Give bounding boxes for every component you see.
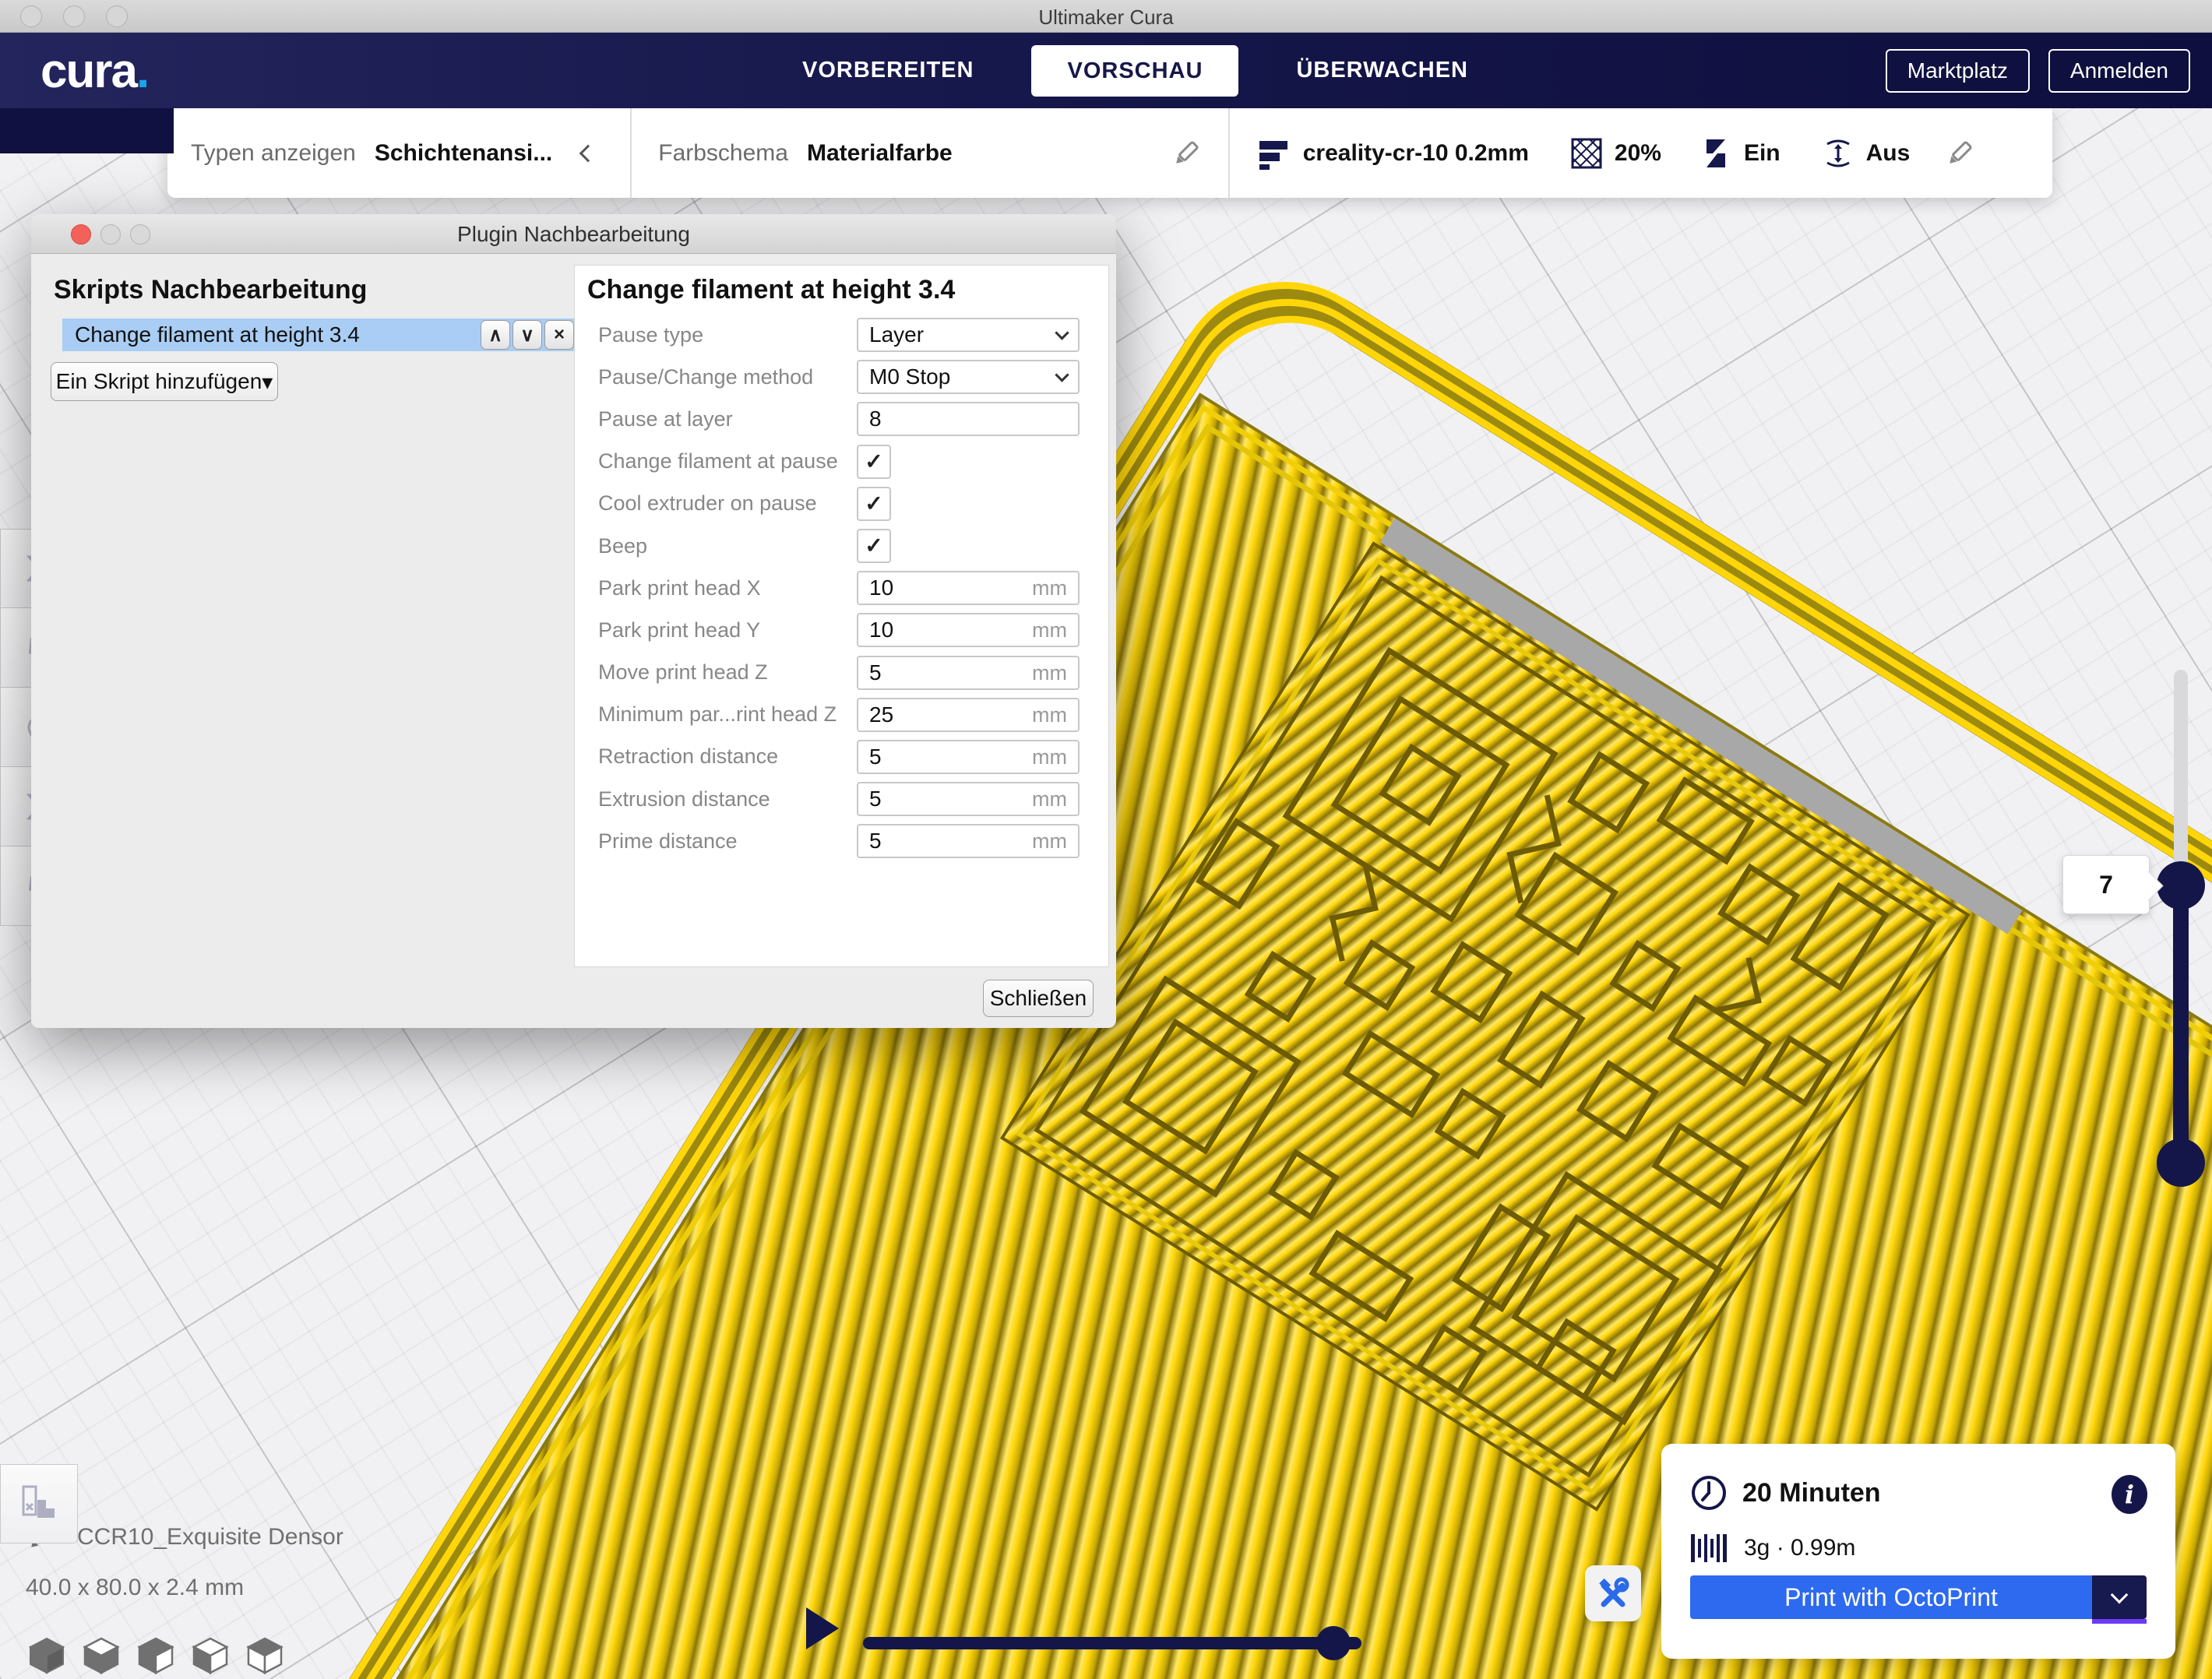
view-type-selector[interactable]: Schichtenansi...: [375, 140, 552, 167]
park-head-y-input[interactable]: [857, 613, 1080, 647]
chevron-down-icon: [1055, 368, 1069, 382]
script-settings-panel: Change filament at height 3.4 Pause type…: [574, 265, 1109, 967]
app-header: cura. VORBEREITEN VORSCHAU ÜBERWACHEN Ma…: [0, 33, 2212, 108]
field-label: Beep: [598, 534, 647, 558]
move-script-down-button[interactable]: ∨: [512, 320, 542, 350]
change-filament-checkbox[interactable]: ✓: [857, 445, 891, 479]
color-scheme-label: Farbschema: [658, 140, 788, 167]
minimum-park-head-z-input[interactable]: [857, 698, 1080, 732]
field-label: Minimum par...rint head Z: [598, 702, 837, 727]
pause-at-layer-input[interactable]: [857, 402, 1080, 436]
pause-type-select[interactable]: Layer: [857, 318, 1080, 352]
field-label: Retraction distance: [598, 744, 778, 769]
header-left-extension: [0, 108, 174, 153]
pause-method-select[interactable]: M0 Stop: [857, 360, 1080, 394]
color-scheme-selector[interactable]: Materialfarbe: [807, 140, 953, 167]
chevron-down-icon: [1055, 326, 1069, 340]
layer-number-tooltip[interactable]: 7: [2062, 855, 2150, 914]
view-front-icon[interactable]: [80, 1634, 122, 1676]
window-title: Ultimaker Cura: [0, 5, 2212, 30]
print-job-panel: 20 Minuten i 3g · 0.99m Print with OctoP…: [1661, 1444, 2175, 1659]
field-label: Park print head Y: [598, 618, 760, 642]
model-dimensions: 40.0 x 80.0 x 2.4 mm: [26, 1575, 343, 1601]
per-model-settings-icon: [17, 1482, 61, 1526]
view-left-icon[interactable]: [189, 1634, 231, 1676]
remove-script-button[interactable]: ×: [544, 320, 574, 350]
park-head-x-input[interactable]: [857, 571, 1080, 605]
wrench-hammer-icon: [1596, 1576, 1630, 1610]
view-top-icon[interactable]: [135, 1634, 177, 1676]
move-script-up-button[interactable]: ∧: [481, 320, 510, 350]
signin-button[interactable]: Anmelden: [2048, 49, 2190, 93]
material-bars-icon: [1689, 1531, 1728, 1565]
info-icon[interactable]: i: [2112, 1475, 2147, 1514]
playback-slider-track[interactable]: [863, 1637, 1361, 1649]
infill-setting[interactable]: 20%: [1569, 136, 1661, 171]
support-setting[interactable]: Aus: [1821, 136, 1911, 171]
edit-pencil-icon[interactable]: [1171, 138, 1202, 169]
scripts-heading: Skripts Nachbearbeitung: [54, 275, 367, 305]
clock-icon: [1689, 1473, 1728, 1512]
layer-slider-handle-bottom[interactable]: [2157, 1139, 2205, 1187]
move-head-z-input[interactable]: [857, 656, 1080, 690]
tab-vorbereiten[interactable]: VORBEREITEN: [794, 58, 981, 83]
field-label: Pause type: [598, 323, 703, 347]
field-label: Change filament at pause: [598, 449, 838, 473]
field-label: Park print head X: [598, 576, 761, 600]
tab-ueberwachen[interactable]: ÜBERWACHEN: [1288, 58, 1476, 83]
chevron-left-icon[interactable]: [579, 144, 597, 162]
layer-slider-range[interactable]: [2173, 885, 2189, 1163]
material-usage: 3g · 0.99m: [1744, 1535, 1855, 1561]
sidebar-tool-per-model-settings[interactable]: [0, 1464, 78, 1543]
stage-toolbar: Typen anzeigen Schichtenansi... Farbsche…: [167, 108, 2052, 198]
layers-icon: [1256, 136, 1291, 171]
octoprint-settings-button[interactable]: [1585, 1565, 1641, 1621]
adhesion-icon: [1702, 136, 1733, 171]
script-settings-heading: Change filament at height 3.4: [587, 275, 955, 305]
tab-vorschau[interactable]: VORSCHAU: [1031, 45, 1238, 97]
script-list-item-selected[interactable]: Change filament at height 3.4 ∧ ∨ ×: [62, 319, 574, 351]
play-button[interactable]: [806, 1607, 839, 1649]
playback-slider-knob[interactable]: [1316, 1626, 1351, 1660]
field-label: Extrusion distance: [598, 787, 770, 811]
close-dialog-button[interactable]: Schließen: [983, 980, 1094, 1017]
prime-distance-input[interactable]: [857, 824, 1080, 858]
dialog-titlebar: Plugin Nachbearbeitung: [31, 214, 1116, 254]
infill-icon: [1569, 136, 1604, 171]
chevron-down-icon: [2111, 1586, 2129, 1604]
add-script-button[interactable]: Ein Skript hinzufügen▾: [51, 362, 278, 401]
print-options-dropdown[interactable]: [2092, 1575, 2147, 1619]
field-label: Pause at layer: [598, 407, 733, 431]
field-label: Pause/Change method: [598, 365, 813, 389]
print-time-estimate: 20 Minuten: [1742, 1478, 1881, 1508]
adhesion-setting[interactable]: Ein: [1702, 136, 1781, 171]
cool-extruder-checkbox[interactable]: ✓: [857, 487, 891, 521]
print-with-octoprint-button[interactable]: Print with OctoPrint: [1690, 1575, 2092, 1619]
view-type-label: Typen anzeigen: [191, 140, 356, 167]
field-label: Cool extruder on pause: [598, 491, 817, 516]
support-icon: [1821, 136, 1855, 171]
field-label: Move print head Z: [598, 660, 768, 685]
edit-print-settings-pencil-icon[interactable]: [1944, 138, 1975, 169]
printer-profile-selector[interactable]: creality-cr-10 0.2mm: [1303, 140, 1529, 167]
beep-checkbox[interactable]: ✓: [857, 529, 891, 563]
view-3d-icon[interactable]: [26, 1634, 68, 1676]
view-right-icon[interactable]: [244, 1634, 286, 1676]
field-label: Prime distance: [598, 829, 738, 854]
marketplace-button[interactable]: Marktplatz: [1886, 49, 2030, 93]
retraction-distance-input[interactable]: [857, 740, 1080, 774]
cura-logo: cura.: [41, 44, 148, 99]
extrusion-distance-input[interactable]: [857, 782, 1080, 816]
post-processing-dialog: Plugin Nachbearbeitung Skripts Nachbearb…: [31, 214, 1116, 1028]
caret-down-icon: ▾: [262, 369, 273, 395]
layer-slider-handle-top[interactable]: [2157, 861, 2205, 910]
macos-titlebar: Ultimaker Cura: [0, 0, 2212, 33]
model-name: CCR10_Exquisite Densor: [77, 1524, 343, 1551]
dialog-title: Plugin Nachbearbeitung: [31, 222, 1116, 247]
